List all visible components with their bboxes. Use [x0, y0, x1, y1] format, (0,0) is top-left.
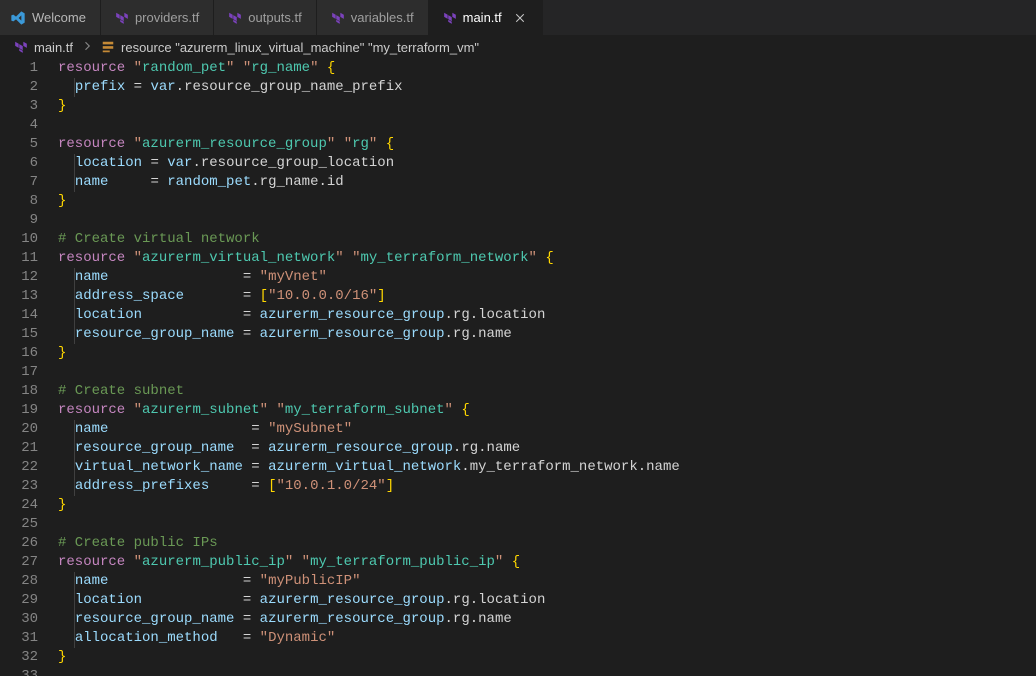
- indent-guide: [74, 78, 75, 97]
- close-icon[interactable]: [512, 10, 528, 26]
- terraform-icon: [228, 11, 242, 25]
- line-number: 8: [0, 192, 38, 211]
- line-number: 31: [0, 629, 38, 648]
- code-line[interactable]: address_space = ["10.0.0.0/16"]: [58, 287, 1036, 306]
- code-line[interactable]: # Create public IPs: [58, 534, 1036, 553]
- tab-outputs[interactable]: outputs.tf: [214, 0, 316, 35]
- terraform-icon: [331, 11, 345, 25]
- code-line[interactable]: resource "azurerm_subnet" "my_terraform_…: [58, 401, 1036, 420]
- code-line[interactable]: location = azurerm_resource_group.rg.loc…: [58, 591, 1036, 610]
- code-line[interactable]: location = var.resource_group_location: [58, 154, 1036, 173]
- code-line[interactable]: }: [58, 192, 1036, 211]
- code-line[interactable]: [58, 116, 1036, 135]
- tab-variables[interactable]: variables.tf: [317, 0, 429, 35]
- line-number: 11: [0, 249, 38, 268]
- breadcrumb-symbol: resource "azurerm_linux_virtual_machine"…: [121, 40, 479, 55]
- line-number: 32: [0, 648, 38, 667]
- code-line[interactable]: resource "azurerm_resource_group" "rg" {: [58, 135, 1036, 154]
- tab-welcome[interactable]: Welcome: [0, 0, 101, 35]
- code-line[interactable]: name = "myVnet": [58, 268, 1036, 287]
- indent-guide: [74, 572, 75, 648]
- line-number: 26: [0, 534, 38, 553]
- terraform-icon: [443, 11, 457, 25]
- line-number: 12: [0, 268, 38, 287]
- line-number: 4: [0, 116, 38, 135]
- tab-label: variables.tf: [351, 10, 414, 25]
- chevron-right-icon: [79, 40, 95, 55]
- code-line[interactable]: name = "myPublicIP": [58, 572, 1036, 591]
- tab-main[interactable]: main.tf: [429, 0, 543, 35]
- code-line[interactable]: prefix = var.resource_group_name_prefix: [58, 78, 1036, 97]
- code-line[interactable]: address_prefixes = ["10.0.1.0/24"]: [58, 477, 1036, 496]
- code-line[interactable]: [58, 363, 1036, 382]
- code-line[interactable]: [58, 211, 1036, 230]
- line-number: 6: [0, 154, 38, 173]
- line-number: 14: [0, 306, 38, 325]
- code-area[interactable]: resource "random_pet" "rg_name" { prefix…: [58, 59, 1036, 676]
- line-number: 22: [0, 458, 38, 477]
- line-number-gutter: 1234567891011121314151617181920212223242…: [0, 59, 58, 676]
- line-number: 33: [0, 667, 38, 676]
- line-number: 24: [0, 496, 38, 515]
- code-line[interactable]: resource "azurerm_virtual_network" "my_t…: [58, 249, 1036, 268]
- indent-guide: [74, 420, 75, 496]
- line-number: 1: [0, 59, 38, 78]
- tab-providers[interactable]: providers.tf: [101, 0, 214, 35]
- line-number: 10: [0, 230, 38, 249]
- code-line[interactable]: location = azurerm_resource_group.rg.loc…: [58, 306, 1036, 325]
- line-number: 20: [0, 420, 38, 439]
- indent-guide: [74, 268, 75, 344]
- code-line[interactable]: name = random_pet.rg_name.id: [58, 173, 1036, 192]
- code-line[interactable]: # Create subnet: [58, 382, 1036, 401]
- line-number: 7: [0, 173, 38, 192]
- code-line[interactable]: }: [58, 97, 1036, 116]
- line-number: 21: [0, 439, 38, 458]
- line-number: 23: [0, 477, 38, 496]
- line-number: 5: [0, 135, 38, 154]
- code-line[interactable]: # Create virtual network: [58, 230, 1036, 249]
- editor[interactable]: 1234567891011121314151617181920212223242…: [0, 59, 1036, 676]
- vscode-icon: [10, 10, 26, 26]
- indent-guide: [74, 154, 75, 192]
- line-number: 3: [0, 97, 38, 116]
- code-line[interactable]: resource_group_name = azurerm_resource_g…: [58, 610, 1036, 629]
- line-number: 15: [0, 325, 38, 344]
- code-line[interactable]: resource "random_pet" "rg_name" {: [58, 59, 1036, 78]
- line-number: 9: [0, 211, 38, 230]
- code-line[interactable]: resource_group_name = azurerm_resource_g…: [58, 325, 1036, 344]
- code-line[interactable]: }: [58, 496, 1036, 515]
- line-number: 2: [0, 78, 38, 97]
- code-line[interactable]: name = "mySubnet": [58, 420, 1036, 439]
- line-number: 17: [0, 363, 38, 382]
- line-number: 29: [0, 591, 38, 610]
- tab-label: outputs.tf: [248, 10, 301, 25]
- code-line[interactable]: allocation_method = "Dynamic": [58, 629, 1036, 648]
- line-number: 13: [0, 287, 38, 306]
- line-number: 19: [0, 401, 38, 420]
- code-line[interactable]: resource "azurerm_public_ip" "my_terrafo…: [58, 553, 1036, 572]
- line-number: 18: [0, 382, 38, 401]
- code-line[interactable]: [58, 667, 1036, 676]
- code-line[interactable]: virtual_network_name = azurerm_virtual_n…: [58, 458, 1036, 477]
- terraform-icon: [115, 11, 129, 25]
- symbol-icon: [101, 40, 115, 54]
- tab-label: Welcome: [32, 10, 86, 25]
- code-line[interactable]: [58, 515, 1036, 534]
- line-number: 25: [0, 515, 38, 534]
- line-number: 27: [0, 553, 38, 572]
- code-line[interactable]: }: [58, 648, 1036, 667]
- line-number: 30: [0, 610, 38, 629]
- code-line[interactable]: resource_group_name = azurerm_resource_g…: [58, 439, 1036, 458]
- code-line[interactable]: }: [58, 344, 1036, 363]
- tab-label: providers.tf: [135, 10, 199, 25]
- line-number: 16: [0, 344, 38, 363]
- breadcrumb[interactable]: main.tf resource "azurerm_linux_virtual_…: [0, 35, 1036, 59]
- terraform-icon: [14, 40, 28, 54]
- tab-label: main.tf: [463, 10, 502, 25]
- tab-bar: Welcome providers.tf outputs.tf variable…: [0, 0, 1036, 35]
- line-number: 28: [0, 572, 38, 591]
- breadcrumb-file: main.tf: [34, 40, 73, 55]
